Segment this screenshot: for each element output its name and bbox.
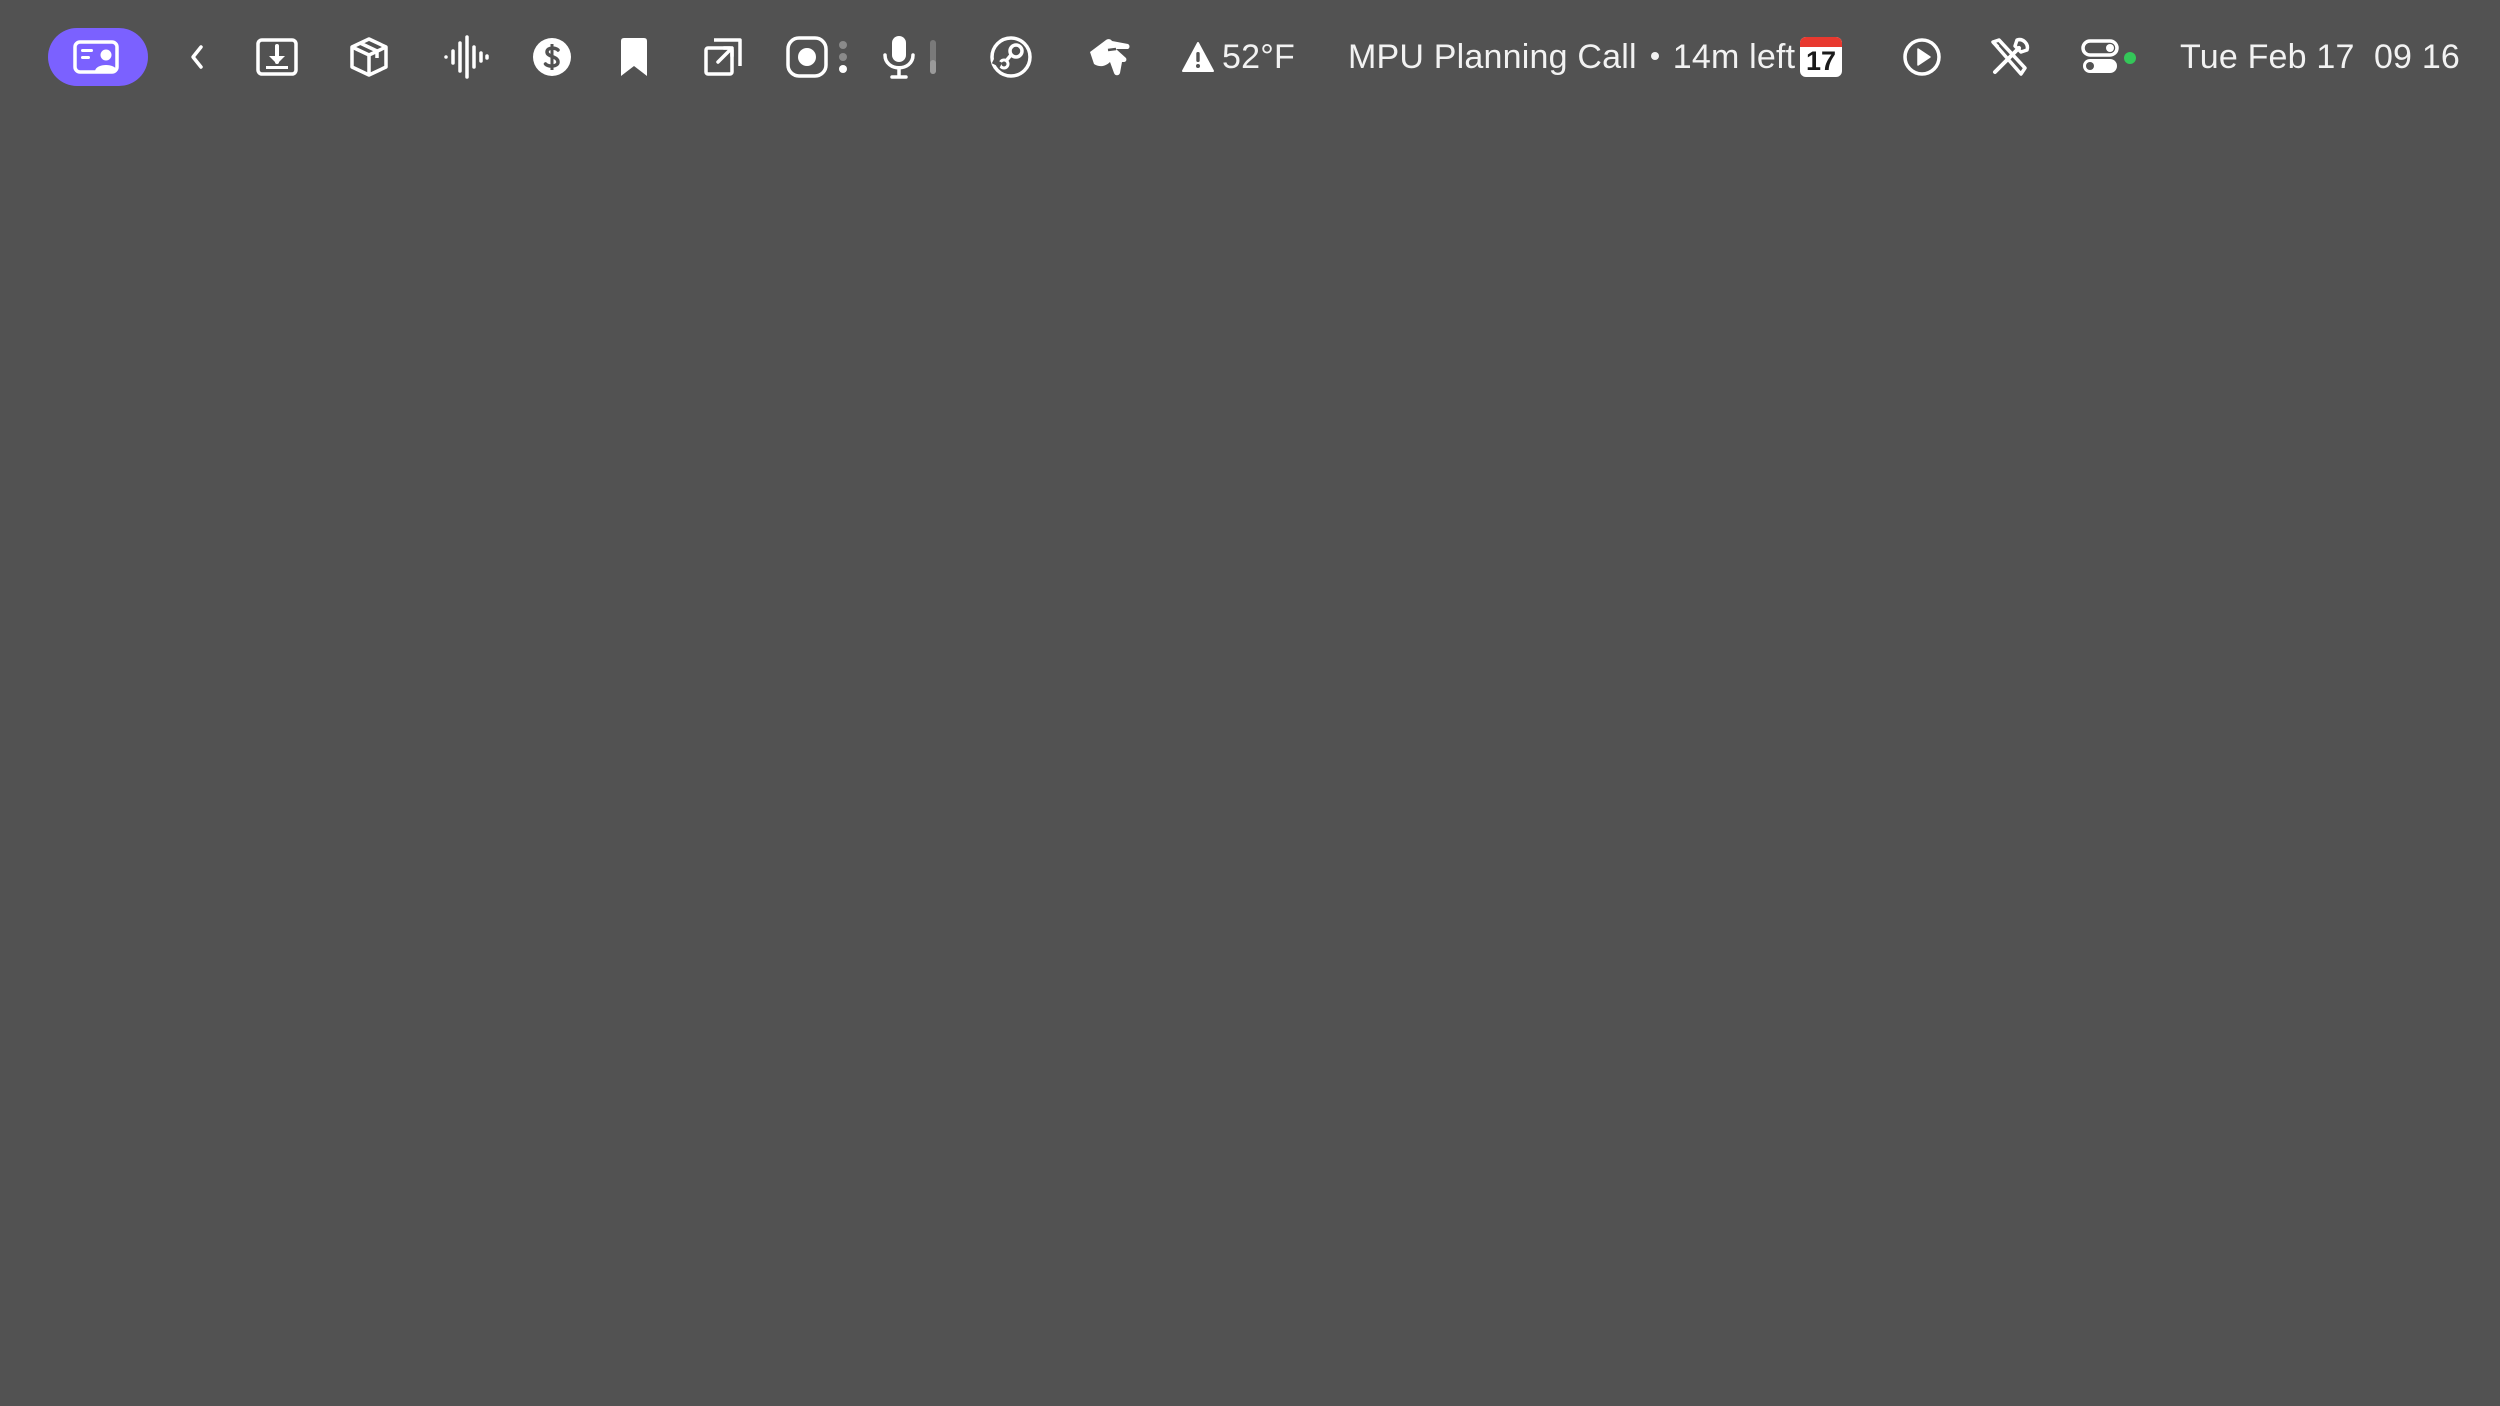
collapse-menubar-button[interactable]	[184, 0, 210, 114]
clock-day: Tue	[2180, 38, 2238, 76]
resize-window-icon	[704, 38, 742, 76]
weather-alert[interactable]	[1180, 0, 1216, 114]
audio-waveform-button[interactable]	[442, 0, 490, 114]
microphone-icon	[883, 36, 936, 79]
bookmarks-button[interactable]	[618, 0, 650, 114]
contact-card-icon	[73, 40, 119, 74]
hand-pointer-icon	[1090, 39, 1130, 76]
window-manager-button[interactable]	[704, 0, 742, 114]
calendar-button[interactable]: 17	[1798, 0, 1844, 114]
tools-icon	[1991, 37, 2030, 76]
meeting-title: MPU Planning Call	[1348, 38, 1637, 76]
steam-button[interactable]	[988, 0, 1034, 114]
media-play-button[interactable]	[1902, 0, 1942, 114]
chevron-left-icon	[191, 45, 203, 69]
menu-bar: 52°F MPU Planning Call 14m left 17 Tue F…	[0, 0, 2500, 114]
dollar-coin-icon	[533, 38, 571, 76]
control-center-status-dot	[2124, 52, 2136, 64]
finance-app-button[interactable]	[532, 0, 572, 114]
downloads-button[interactable]	[254, 0, 300, 114]
meeting-time-left: 14m left	[1672, 38, 1796, 76]
warning-triangle-icon	[1182, 42, 1214, 72]
package-box-icon	[350, 37, 388, 77]
clock-date: Feb 17	[2247, 38, 2355, 76]
calendar-day-number: 17	[1805, 46, 1837, 76]
waveform-icon	[444, 35, 489, 79]
calendar-icon: 17	[1800, 37, 1842, 77]
bookmark-icon	[621, 38, 647, 76]
menubar-clock[interactable]: Tue Feb 17 09 16	[2180, 0, 2460, 114]
desktop: 52°F MPU Planning Call 14m left 17 Tue F…	[0, 0, 2500, 1406]
clock-time: 09 16	[2373, 38, 2461, 76]
weather-temperature[interactable]: 52°F	[1222, 0, 1295, 114]
contact-card-app-button[interactable]	[48, 28, 148, 86]
screen-recorder-button[interactable]	[786, 0, 850, 114]
package-app-button[interactable]	[346, 0, 392, 114]
record-icon	[786, 36, 847, 78]
hand-tool-button[interactable]	[1086, 0, 1132, 114]
tools-button[interactable]	[1988, 0, 2032, 114]
download-tray-icon	[256, 38, 298, 76]
separator-dot	[1650, 52, 1659, 61]
toggles-icon	[2081, 39, 2119, 73]
meeting-status[interactable]: MPU Planning Call 14m left	[1348, 0, 1795, 114]
microphone-button[interactable]	[880, 0, 942, 114]
steam-icon	[990, 36, 1032, 78]
play-circle-icon	[1903, 38, 1941, 76]
control-center-button[interactable]	[2080, 0, 2120, 114]
